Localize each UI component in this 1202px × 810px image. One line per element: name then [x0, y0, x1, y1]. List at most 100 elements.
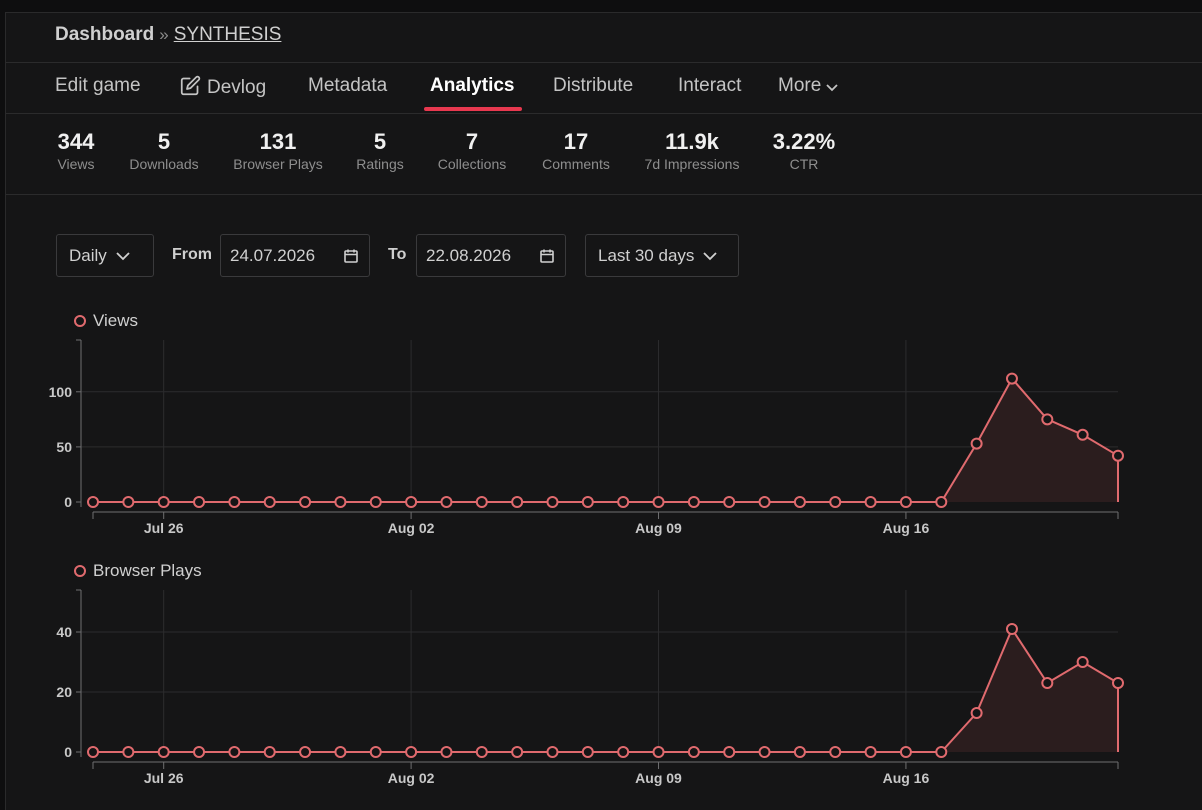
data-point[interactable] [935, 496, 948, 508]
data-point[interactable] [157, 496, 170, 508]
data-point[interactable] [157, 746, 170, 758]
data-point[interactable] [829, 746, 842, 758]
data-point[interactable] [899, 496, 912, 508]
data-point[interactable] [581, 746, 594, 758]
stat-ctr[interactable]: 3.22% CTR [773, 129, 835, 172]
legend-marker [74, 315, 86, 327]
data-point[interactable] [193, 496, 206, 508]
data-point[interactable] [970, 707, 983, 719]
stat-label: Views [57, 156, 95, 172]
data-point[interactable] [475, 496, 488, 508]
data-point[interactable] [1076, 428, 1089, 441]
stat-browser-plays[interactable]: 131 Browser Plays [233, 129, 322, 172]
stat-collections[interactable]: 7 Collections [438, 129, 506, 172]
tab-interact[interactable]: Interact [678, 75, 741, 97]
range-select-value: Last 30 days [598, 245, 695, 265]
data-point[interactable] [299, 496, 312, 508]
data-point[interactable] [617, 496, 630, 508]
tab-distribute[interactable]: Distribute [553, 75, 633, 97]
data-point[interactable] [546, 496, 559, 508]
data-point[interactable] [263, 496, 276, 508]
data-point[interactable] [829, 496, 842, 508]
data-point[interactable] [970, 437, 983, 450]
stat-value: 7 [465, 129, 479, 154]
data-point[interactable] [723, 746, 736, 758]
data-point[interactable] [87, 496, 99, 508]
data-point[interactable] [617, 746, 630, 758]
data-point[interactable] [228, 746, 241, 758]
tab-metadata[interactable]: Metadata [308, 75, 387, 97]
stat-views[interactable]: 344 Views [57, 129, 94, 172]
data-point[interactable] [687, 746, 700, 758]
range-select[interactable]: Last 30 days [585, 234, 739, 277]
data-point[interactable] [758, 496, 771, 508]
data-point[interactable] [652, 496, 665, 508]
data-point[interactable] [1041, 677, 1054, 689]
data-point[interactable] [369, 746, 382, 758]
calendar-icon[interactable] [343, 248, 359, 264]
y-tick-label: 100 [49, 384, 73, 400]
stat-downloads[interactable]: 5 Downloads [129, 129, 198, 172]
stat-value: 5 [157, 129, 171, 154]
data-point[interactable] [334, 496, 347, 508]
legend-marker [74, 565, 86, 577]
data-point[interactable] [546, 746, 559, 758]
data-point[interactable] [1005, 372, 1018, 385]
data-point[interactable] [405, 746, 418, 758]
data-point[interactable] [581, 496, 594, 508]
tab-edit-game[interactable]: Edit game [55, 75, 141, 97]
tab-analytics[interactable]: Analytics [430, 75, 514, 97]
x-tick-label: Jul 26 [144, 770, 184, 786]
tab-devlog[interactable]: Devlog [180, 75, 266, 99]
breadcrumb-dashboard-link[interactable]: Dashboard [55, 24, 154, 45]
data-point[interactable] [122, 746, 135, 758]
to-date-input[interactable]: 22.08.2026 [416, 234, 566, 277]
data-point[interactable] [369, 496, 382, 508]
breadcrumb: Dashboard » SYNTHESIS [55, 24, 281, 46]
data-point[interactable] [405, 496, 418, 508]
data-point[interactable] [193, 746, 206, 758]
data-point[interactable] [87, 746, 99, 758]
browser-plays-legend[interactable]: Browser Plays [74, 561, 202, 581]
interval-select[interactable]: Daily [56, 234, 154, 277]
stat-value: 131 [259, 129, 297, 154]
data-point[interactable] [935, 746, 948, 758]
stat-impressions[interactable]: 11.9k 7d Impressions [645, 129, 740, 172]
data-point[interactable] [793, 496, 806, 508]
data-point[interactable] [793, 746, 806, 758]
data-point[interactable] [1076, 656, 1089, 668]
stat-label: 7d Impressions [644, 156, 740, 172]
data-point[interactable] [440, 496, 453, 508]
data-point[interactable] [899, 746, 912, 758]
stat-ratings[interactable]: 5 Ratings [356, 129, 403, 172]
from-date-input[interactable]: 24.07.2026 [220, 234, 370, 277]
breadcrumb-game-link[interactable]: SYNTHESIS [174, 24, 282, 45]
data-point[interactable] [334, 746, 347, 758]
tab-more[interactable]: More [778, 75, 839, 97]
data-point[interactable] [475, 746, 488, 758]
data-point[interactable] [687, 496, 700, 508]
data-point[interactable] [723, 496, 736, 508]
data-point[interactable] [1005, 623, 1018, 635]
data-point[interactable] [1041, 413, 1054, 426]
data-point[interactable] [511, 496, 524, 508]
stat-comments[interactable]: 17 Comments [542, 129, 610, 172]
data-point[interactable] [864, 496, 877, 508]
data-point[interactable] [263, 746, 276, 758]
data-point[interactable] [122, 496, 135, 508]
y-tick-label: 0 [64, 494, 72, 510]
breadcrumb-separator: » [159, 25, 169, 44]
data-point[interactable] [864, 746, 877, 758]
stat-label: Comments [542, 156, 610, 172]
data-point[interactable] [228, 496, 241, 508]
data-point[interactable] [511, 746, 524, 758]
data-point[interactable] [1112, 449, 1124, 462]
data-point[interactable] [440, 746, 453, 758]
stat-label: Ratings [356, 156, 404, 172]
calendar-icon[interactable] [539, 248, 555, 264]
views-legend[interactable]: Views [74, 311, 138, 331]
data-point[interactable] [1112, 677, 1124, 689]
data-point[interactable] [758, 746, 771, 758]
data-point[interactable] [299, 746, 312, 758]
data-point[interactable] [652, 746, 665, 758]
